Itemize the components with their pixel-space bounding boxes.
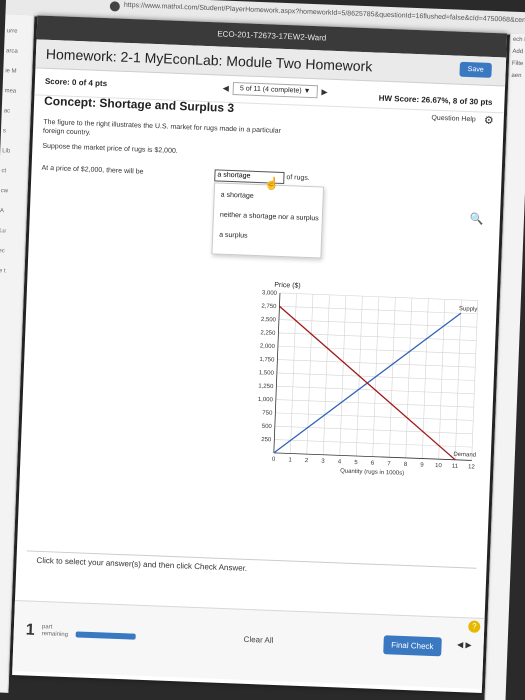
y-tick-label: 2,250 (260, 330, 276, 337)
chart-svg: 2505007501,0001,2501,5001,7502,0002,2502… (258, 282, 479, 477)
y-tick-label: 1,750 (259, 357, 275, 364)
question-text-suffix: of rugs. (286, 174, 310, 183)
side-fragment: ech F (512, 36, 525, 44)
question-counter-dropdown[interactable]: 5 of 11 (4 complete) ▼ (232, 82, 318, 99)
answer-dropdown-menu: a shortage neither a shortage nor a surp… (211, 182, 325, 259)
side-fragment: c (0, 274, 23, 295)
prev-question-icon[interactable]: ◀ (223, 84, 229, 93)
option-surplus[interactable]: a surplus (219, 232, 248, 240)
x-tick-label: 9 (420, 462, 424, 468)
footer-bar: 1 part remaining Clear All Final Check ◀… (12, 600, 485, 690)
side-fragment: mea (4, 88, 17, 95)
x-tick-label: 5 (354, 460, 358, 466)
y-tick-label: 1,250 (258, 384, 274, 391)
side-fragment: Lib (2, 148, 11, 155)
lock-icon (109, 1, 121, 12)
side-fragment: s (2, 128, 7, 135)
gear-icon[interactable]: ⚙ (484, 114, 494, 127)
screen: https://www.mathxl.com/Student/PlayerHom… (0, 0, 525, 700)
save-button[interactable]: Save (459, 61, 492, 78)
photo-stage: https://www.mathxl.com/Student/PlayerHom… (0, 0, 525, 700)
y-tick-label: 2,500 (261, 317, 277, 324)
side-fragment: ie M (5, 68, 17, 75)
side-fragment: cw (0, 188, 9, 195)
side-fragment: aen (511, 72, 522, 80)
y-tick-label: 1,500 (259, 370, 275, 377)
question-score: Score: 0 of 4 pts (44, 76, 108, 89)
y-tick-label: 500 (262, 424, 273, 430)
y-tick-label: 250 (261, 437, 272, 443)
side-fragment: Add (512, 48, 524, 56)
x-tick-label: 8 (404, 462, 408, 468)
x-tick-label: 10 (435, 463, 443, 469)
x-tick-label: 11 (452, 464, 459, 470)
x-axis-title: Quantity (rugs in 1000s) (340, 468, 404, 476)
side-fragment: ac (3, 108, 11, 115)
y-tick-label: 3,000 (262, 290, 278, 297)
side-fragment: ec (0, 248, 5, 255)
homework-window: ECO-201-T2673-17EW2-Ward Homework: 2-1 M… (12, 15, 508, 694)
x-tick-label: 2 (305, 458, 309, 464)
x-tick-label: 0 (272, 457, 276, 463)
clear-all-button[interactable]: Clear All (243, 635, 273, 645)
help-icon[interactable]: ? (468, 620, 481, 633)
part-remaining-label: part remaining (42, 624, 69, 639)
progress-bar (75, 631, 136, 640)
x-tick-label: 12 (468, 464, 476, 470)
y-tick-label: 2,750 (261, 304, 277, 311)
x-tick-label: 4 (338, 459, 342, 465)
part-nav-arrows[interactable]: ◀ ▶ (457, 640, 472, 650)
part-number: 1 (25, 621, 36, 639)
x-tick-label: 6 (371, 461, 375, 467)
final-check-button[interactable]: Final Check (382, 635, 442, 657)
series-label-supply: Supply (459, 306, 478, 313)
option-shortage[interactable]: a shortage (221, 192, 254, 200)
x-tick-label: 3 (321, 459, 325, 465)
y-tick-label: 1,000 (258, 397, 274, 404)
side-fragment: Filte (511, 60, 524, 68)
next-question-icon[interactable]: ▶ (321, 87, 327, 96)
series-line-demand (279, 305, 456, 461)
side-fragment: A (0, 208, 5, 215)
y-axis-title: Price ($) (274, 282, 301, 290)
side-fragment: Lu (0, 228, 6, 235)
y-tick-label: 2,000 (260, 344, 276, 351)
x-tick-label: 7 (387, 461, 391, 467)
side-fragment: arca (5, 48, 18, 55)
option-neither[interactable]: neither a shortage nor a surplus (220, 212, 319, 223)
side-fragment: le t (0, 268, 6, 275)
side-fragment: ct (1, 168, 7, 175)
supply-demand-chart: 250 500 750 1,000 1,250 1,500 1,750 2,000 2,250 2… (245, 274, 498, 493)
x-tick-label: 1 (288, 457, 292, 463)
series-label-demand: Demand (453, 452, 476, 459)
side-fragment: urre (6, 28, 18, 35)
zoom-icon[interactable]: 🔍 (470, 212, 484, 226)
remaining-label: remaining (41, 631, 69, 639)
hand-cursor-icon: ☝ (263, 176, 280, 191)
question-help-link[interactable]: Question Help (431, 115, 476, 124)
hw-score: HW Score: 26.67%, 8 of 30 pts (378, 93, 493, 107)
question-nav: ◀ 5 of 11 (4 complete) ▼ ▶ (223, 82, 328, 99)
y-tick-label: 750 (262, 410, 273, 416)
